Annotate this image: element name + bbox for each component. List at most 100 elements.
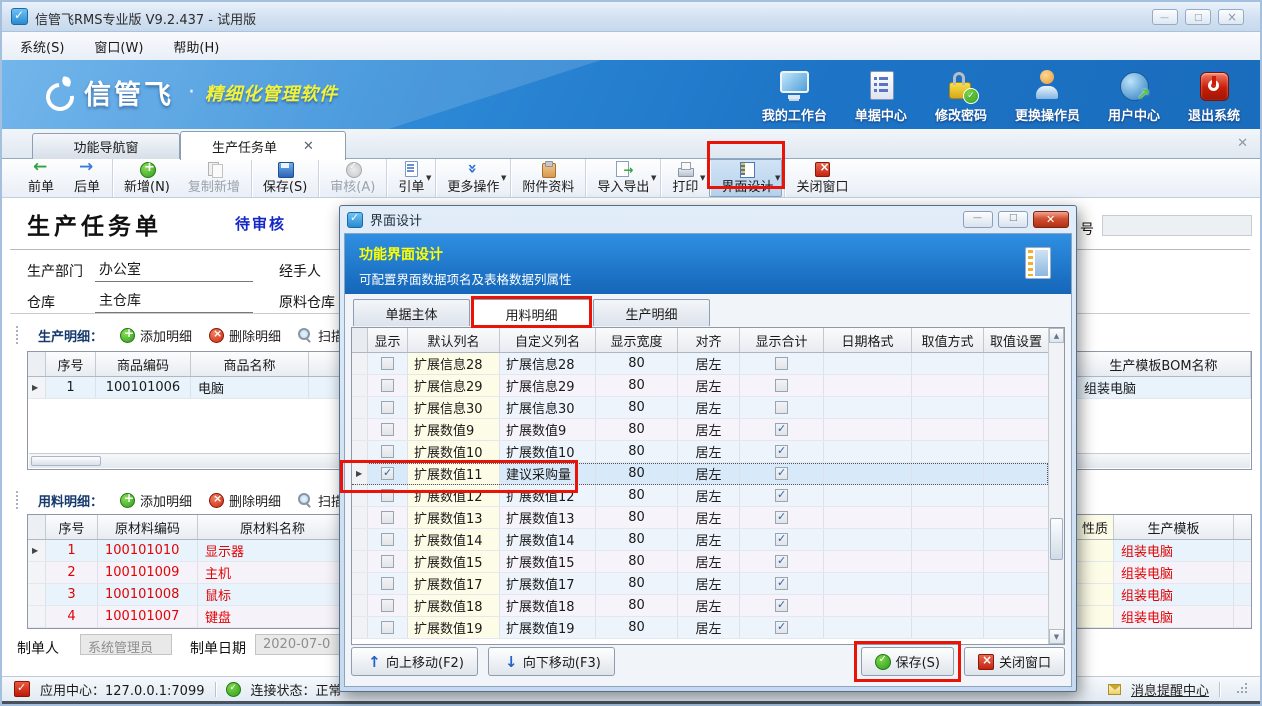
toolbar-button[interactable]: 打印 <box>660 159 707 197</box>
dialog-grid-row[interactable]: 扩展信息30 扩展信息30 80 居左 <box>352 397 1048 419</box>
grid-cell[interactable]: 居左 <box>678 595 740 616</box>
show-checkbox[interactable] <box>381 621 394 634</box>
grid-cell[interactable]: 80 <box>596 375 678 396</box>
dept-field[interactable]: 办公室 <box>95 259 253 282</box>
grid-cell[interactable] <box>912 507 984 528</box>
show-checkbox[interactable] <box>381 379 394 392</box>
column-header[interactable]: 商品编码 <box>96 352 191 376</box>
tab-nav-window[interactable]: 功能导航窗 <box>32 133 180 159</box>
column-header[interactable]: 默认列名 <box>408 328 500 352</box>
column-header[interactable]: 序号 <box>46 515 98 539</box>
material-delete-row-button[interactable]: 删除明细 <box>208 491 281 510</box>
grid-cell[interactable]: 80 <box>596 595 678 616</box>
grid-cell[interactable] <box>984 507 1048 528</box>
grid-cell[interactable]: 居左 <box>678 529 740 550</box>
grid-cell[interactable]: 80 <box>596 573 678 594</box>
column-header[interactable]: 取值设置 <box>984 328 1048 352</box>
dialog-grid-row[interactable]: 扩展数值18 扩展数值18 80 居左 <box>352 595 1048 617</box>
grid-cell[interactable]: 居左 <box>678 551 740 572</box>
toolbar-button[interactable]: 更多操作 <box>435 159 508 197</box>
show-checkbox[interactable] <box>381 555 394 568</box>
column-header[interactable]: 取值方式 <box>912 328 984 352</box>
minimize-button[interactable] <box>1152 9 1178 25</box>
sum-checkbox[interactable] <box>775 599 788 612</box>
toolbar-button[interactable]: 引单 <box>386 159 433 197</box>
grid-cell[interactable]: 扩展数值19 <box>500 617 596 638</box>
grid-cell[interactable] <box>824 441 912 462</box>
grid-cell[interactable]: 扩展数值18 <box>500 595 596 616</box>
toolbar-button[interactable]: 保存(S) <box>251 159 316 197</box>
sum-checkbox[interactable] <box>775 533 788 546</box>
sum-checkbox[interactable] <box>775 445 788 458</box>
grid-cell[interactable] <box>984 397 1048 418</box>
grid-cell[interactable] <box>984 419 1048 440</box>
sum-checkbox[interactable] <box>775 401 788 414</box>
maximize-button[interactable] <box>1185 9 1211 25</box>
dropdown-arrow-icon[interactable] <box>501 174 506 182</box>
grid-cell[interactable] <box>912 485 984 506</box>
column-header[interactable]: 原材料名称 <box>198 515 348 539</box>
show-checkbox[interactable] <box>381 445 394 458</box>
grid-cell[interactable] <box>984 353 1048 374</box>
grid-cell[interactable]: 80 <box>596 353 678 374</box>
grid-cell[interactable] <box>984 617 1048 638</box>
dialog-tab[interactable]: 用料明细 <box>473 299 590 328</box>
banner-action-button[interactable]: 单据中心 <box>855 70 907 124</box>
grid-cell[interactable]: 80 <box>596 507 678 528</box>
grid-cell[interactable] <box>824 463 912 484</box>
menu-item[interactable]: 系统(S) <box>12 34 72 59</box>
grid-cell[interactable]: 80 <box>596 419 678 440</box>
toolbar-button[interactable]: 前单 <box>18 159 64 197</box>
sum-checkbox[interactable] <box>775 379 788 392</box>
toolbar-button[interactable]: 新增(N) <box>112 159 179 197</box>
grid-cell[interactable]: 80 <box>596 551 678 572</box>
dialog-grid-row[interactable]: 扩展数值13 扩展数值13 80 居左 <box>352 507 1048 529</box>
grid-cell[interactable]: 居左 <box>678 397 740 418</box>
column-header[interactable]: 日期格式 <box>824 328 912 352</box>
menu-item[interactable]: 窗口(W) <box>86 34 151 59</box>
dialog-grid-row[interactable]: 扩展数值15 扩展数值15 80 居左 <box>352 551 1048 573</box>
dialog-grid-row[interactable]: 扩展数值9 扩展数值9 80 居左 <box>352 419 1048 441</box>
scrollbar-thumb[interactable] <box>31 456 101 466</box>
dropdown-arrow-icon[interactable] <box>700 174 705 182</box>
grid-cell[interactable]: 居左 <box>678 353 740 374</box>
show-checkbox[interactable] <box>381 401 394 414</box>
grid-cell[interactable] <box>912 419 984 440</box>
move-down-button[interactable]: 向下移动(F3) <box>488 647 615 676</box>
grid-cell[interactable] <box>912 529 984 550</box>
dialog-grid-row[interactable]: 扩展信息28 扩展信息28 80 居左 <box>352 353 1048 375</box>
prod-delete-row-button[interactable]: 删除明细 <box>208 326 281 345</box>
warehouse-field[interactable]: 主仓库 <box>95 290 253 313</box>
scroll-up-icon[interactable] <box>1049 328 1064 343</box>
toolbar-button[interactable]: 复制新增 <box>179 159 249 197</box>
dialog-minimize-button[interactable] <box>963 211 993 228</box>
show-checkbox[interactable] <box>381 577 394 590</box>
grid-cell[interactable]: 80 <box>596 463 678 484</box>
dialog-grid-row[interactable]: 扩展数值17 扩展数值17 80 居左 <box>352 573 1048 595</box>
banner-action-button[interactable]: 用户中心 <box>1108 70 1160 124</box>
dialog-tab[interactable]: 生产明细 <box>593 299 710 326</box>
grid-cell[interactable] <box>824 617 912 638</box>
grid-cell[interactable]: 80 <box>596 441 678 462</box>
dialog-grid-row[interactable]: 扩展数值19 扩展数值19 80 居左 <box>352 617 1048 639</box>
show-checkbox[interactable] <box>381 489 394 502</box>
column-header[interactable]: 原材料编码 <box>98 515 198 539</box>
grid-cell[interactable] <box>912 595 984 616</box>
dropdown-arrow-icon[interactable] <box>651 174 656 182</box>
grid-cell[interactable] <box>824 375 912 396</box>
column-header[interactable]: 显示 <box>368 328 408 352</box>
column-header[interactable]: 生产模板BOM名称 <box>1076 352 1251 376</box>
sum-checkbox[interactable] <box>775 357 788 370</box>
show-checkbox[interactable] <box>381 533 394 546</box>
dialog-close-button[interactable] <box>1033 211 1069 228</box>
dialog-grid-row[interactable]: 扩展数值14 扩展数值14 80 居左 <box>352 529 1048 551</box>
grid-cell[interactable] <box>824 573 912 594</box>
show-checkbox[interactable] <box>381 357 394 370</box>
grid-cell[interactable]: 扩展数值13 <box>500 507 596 528</box>
vertical-scrollbar[interactable] <box>1048 328 1064 644</box>
grid-cell[interactable] <box>912 463 984 484</box>
grid-cell[interactable]: 扩展信息28 <box>500 353 596 374</box>
grid-cell[interactable]: 扩展数值10 <box>500 441 596 462</box>
dialog-grid-row[interactable]: 扩展数值10 扩展数值10 80 居左 <box>352 441 1048 463</box>
banner-action-button[interactable]: 我的工作台 <box>762 70 827 124</box>
